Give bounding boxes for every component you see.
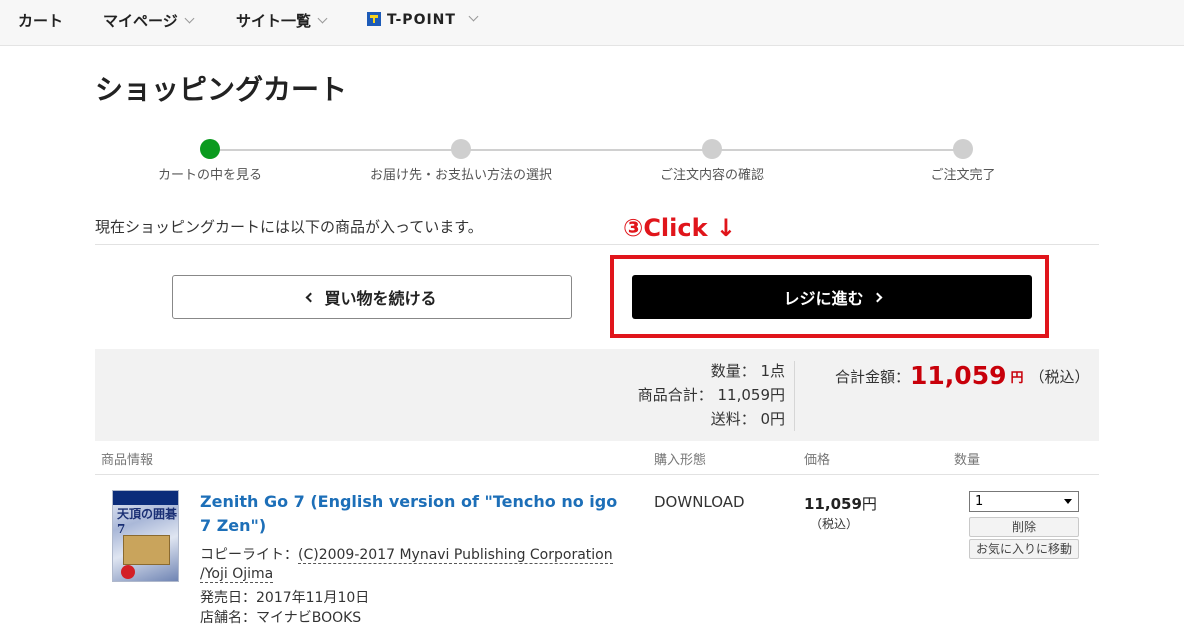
summary-total: 合計金額：11,059 円 （税込）: [835, 361, 1090, 390]
nav-tpoint-menu[interactable]: T-POINT: [367, 10, 479, 28]
product-image-band: [113, 491, 178, 505]
cart-summary: 数量： 1点 商品合計： 11,059円 送料： 0円 合計金額：11,059 円…: [95, 349, 1099, 441]
total-tax-note: （税込）: [1029, 368, 1090, 386]
tpoint-logo-icon: [367, 12, 381, 26]
item-price-tax: （税込）: [810, 517, 859, 531]
step-label-4: ご注文完了: [930, 168, 996, 183]
column-header-info: 商品情報: [101, 453, 154, 468]
nav-mypage-label: マイページ: [103, 12, 178, 30]
purchase-type: DOWNLOAD: [654, 493, 745, 511]
chevron-down-icon: [184, 13, 195, 24]
summary-breakdown: 数量： 1点 商品合計： 11,059円 送料： 0円: [638, 359, 785, 431]
item-price: 11,059円: [804, 493, 877, 514]
item-price-value: 11,059: [804, 495, 862, 513]
step-dot-4: [953, 139, 973, 159]
divider: [95, 244, 1099, 245]
product-badge-graphic: [121, 565, 135, 579]
copyright-line-1: (C)2009-2017 Mynavi Publishing Corporati…: [298, 547, 613, 564]
product-name-link[interactable]: Zenith Go 7 (English version of "Tencho …: [200, 490, 630, 538]
step-label-1: カートの中を見る: [157, 168, 263, 183]
summary-quantity: 数量： 1点: [710, 362, 785, 380]
nav-cart-link[interactable]: カート: [18, 10, 63, 31]
move-to-favorites-button[interactable]: お気に入りに移動: [969, 539, 1079, 559]
cart-message: 現在ショッピングカートには以下の商品が入っています。: [95, 218, 483, 236]
top-navigation: カート マイページ サイト一覧 T-POINT: [0, 0, 1184, 46]
step-dot-2: [451, 139, 471, 159]
nav-mypage-menu[interactable]: マイページ: [103, 10, 195, 31]
chevron-down-icon: [317, 13, 328, 24]
copyright-line-2: /Yoji Ojima: [200, 566, 274, 583]
step-label-2: お届け先・お支払い方法の選択: [369, 168, 553, 183]
step-dot-3: [702, 139, 722, 159]
quantity-select[interactable]: 1: [969, 491, 1079, 512]
column-header-type: 購入形態: [654, 453, 707, 468]
delete-button[interactable]: 削除: [969, 517, 1079, 537]
column-header-quantity: 数量: [954, 453, 981, 468]
chevron-left-icon: [306, 292, 316, 302]
progress-line: [210, 149, 964, 151]
continue-shopping-label: 買い物を続ける: [324, 289, 437, 308]
go-board-graphic: [123, 535, 170, 565]
product-copyright-cont: /Yoji Ojima: [200, 566, 274, 583]
nav-sitelist-menu[interactable]: サイト一覧: [236, 10, 328, 31]
chevron-right-icon: [872, 292, 882, 302]
dropdown-arrow-icon: [1064, 499, 1072, 504]
column-header-price: 価格: [804, 453, 831, 468]
item-price-unit: 円: [861, 495, 877, 513]
product-release-date: 発売日：2017年11月10日: [200, 590, 370, 606]
summary-shipping: 送料： 0円: [710, 410, 785, 428]
checkout-button[interactable]: レジに進む: [632, 275, 1032, 319]
summary-subtotal: 商品合計： 11,059円: [637, 386, 785, 404]
step-dot-1: [200, 139, 220, 159]
nav-cart-label: カート: [18, 12, 64, 30]
nav-tpoint-label: T-POINT: [387, 12, 456, 28]
chevron-down-icon: [468, 11, 479, 22]
product-image-title: 天頂の囲碁7: [117, 507, 178, 536]
table-header: 商品情報 購入形態 価格 数量: [95, 441, 1099, 475]
product-image[interactable]: 天頂の囲碁7: [112, 490, 179, 582]
total-value: 11,059: [910, 361, 1007, 390]
continue-shopping-button[interactable]: 買い物を続ける: [172, 275, 572, 319]
click-annotation: ③Click ↓: [623, 214, 737, 242]
nav-sitelist-label: サイト一覧: [236, 12, 312, 30]
summary-separator: [794, 361, 795, 431]
total-unit: 円: [1010, 371, 1024, 386]
total-label: 合計金額：: [835, 368, 911, 386]
product-store: 店舗名：マイナビBOOKS: [200, 610, 362, 626]
product-copyright: コピーライト：(C)2009-2017 Mynavi Publishing Co…: [200, 544, 613, 564]
quantity-value: 1: [975, 494, 984, 509]
page-title: ショッピングカート: [95, 73, 348, 106]
copyright-label: コピーライト：: [200, 547, 298, 563]
checkout-label: レジに進む: [783, 289, 864, 308]
step-label-3: ご注文内容の確認: [659, 168, 765, 183]
